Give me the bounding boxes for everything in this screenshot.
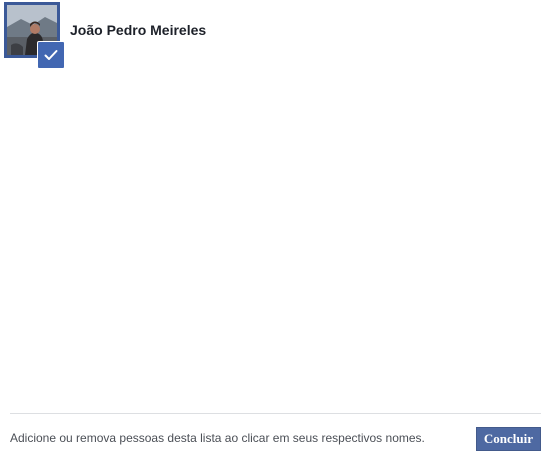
friend-avatar-wrapper <box>4 2 65 69</box>
checkmark-icon <box>44 50 58 60</box>
selected-check-badge <box>37 41 65 69</box>
friend-item[interactable]: João Pedro Meireles <box>4 2 207 69</box>
list-editor-dialog: João Pedro Meireles Adicione ou remova p… <box>0 0 547 457</box>
footer-divider <box>10 413 541 414</box>
friend-name: João Pedro Meireles <box>70 22 207 38</box>
footer-hint: Adicione ou remova pessoas desta lista a… <box>10 431 425 445</box>
done-button[interactable]: Concluir <box>475 427 541 451</box>
